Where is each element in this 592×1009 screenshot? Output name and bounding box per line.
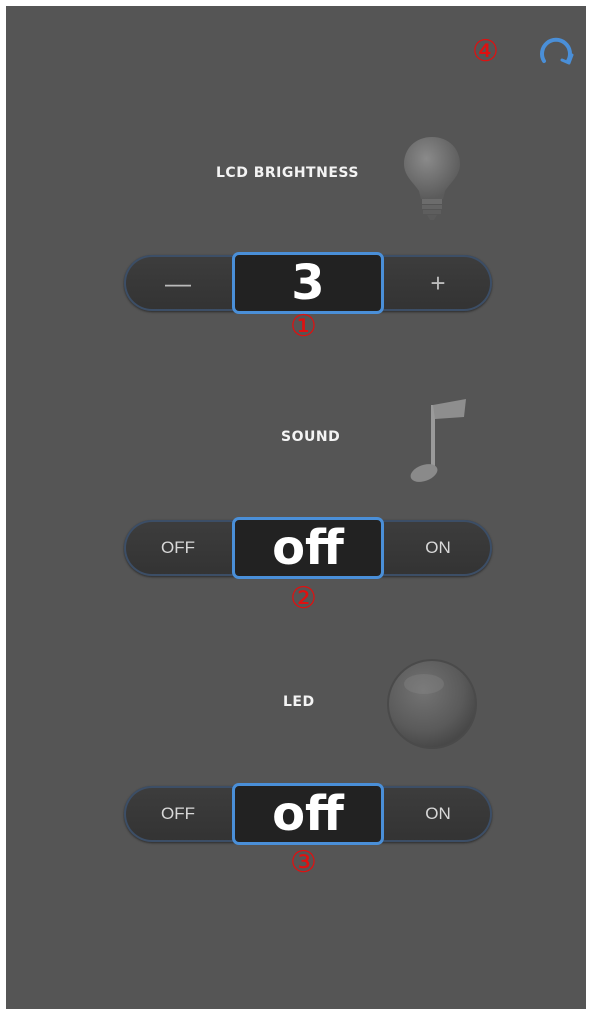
music-note-icon (408, 395, 472, 487)
led-label: LED (283, 694, 315, 710)
sound-label: SOUND (281, 429, 341, 445)
annotation-three: ③ (290, 845, 317, 880)
lightbulb-icon (400, 133, 464, 223)
led-on-button[interactable]: ON (384, 786, 492, 842)
brightness-value: 3 (232, 252, 384, 314)
annotation-four: ④ (472, 34, 499, 69)
sound-value: off (232, 517, 384, 579)
brightness-control: — 3 + (124, 252, 492, 314)
refresh-button[interactable] (534, 28, 578, 72)
led-orb-icon (386, 658, 478, 750)
brightness-decrease-button[interactable]: — (124, 255, 232, 311)
annotation-one: ① (290, 309, 317, 344)
brightness-label: LCD BRIGHTNESS (216, 165, 359, 181)
sound-control: OFF off ON (124, 517, 492, 579)
refresh-icon (540, 37, 574, 65)
sound-on-button[interactable]: ON (384, 520, 492, 576)
led-control: OFF off ON (124, 783, 492, 845)
led-value: off (232, 783, 384, 845)
annotation-two: ② (290, 581, 317, 616)
led-off-button[interactable]: OFF (124, 786, 232, 842)
brightness-increase-button[interactable]: + (384, 255, 492, 311)
sound-off-button[interactable]: OFF (124, 520, 232, 576)
